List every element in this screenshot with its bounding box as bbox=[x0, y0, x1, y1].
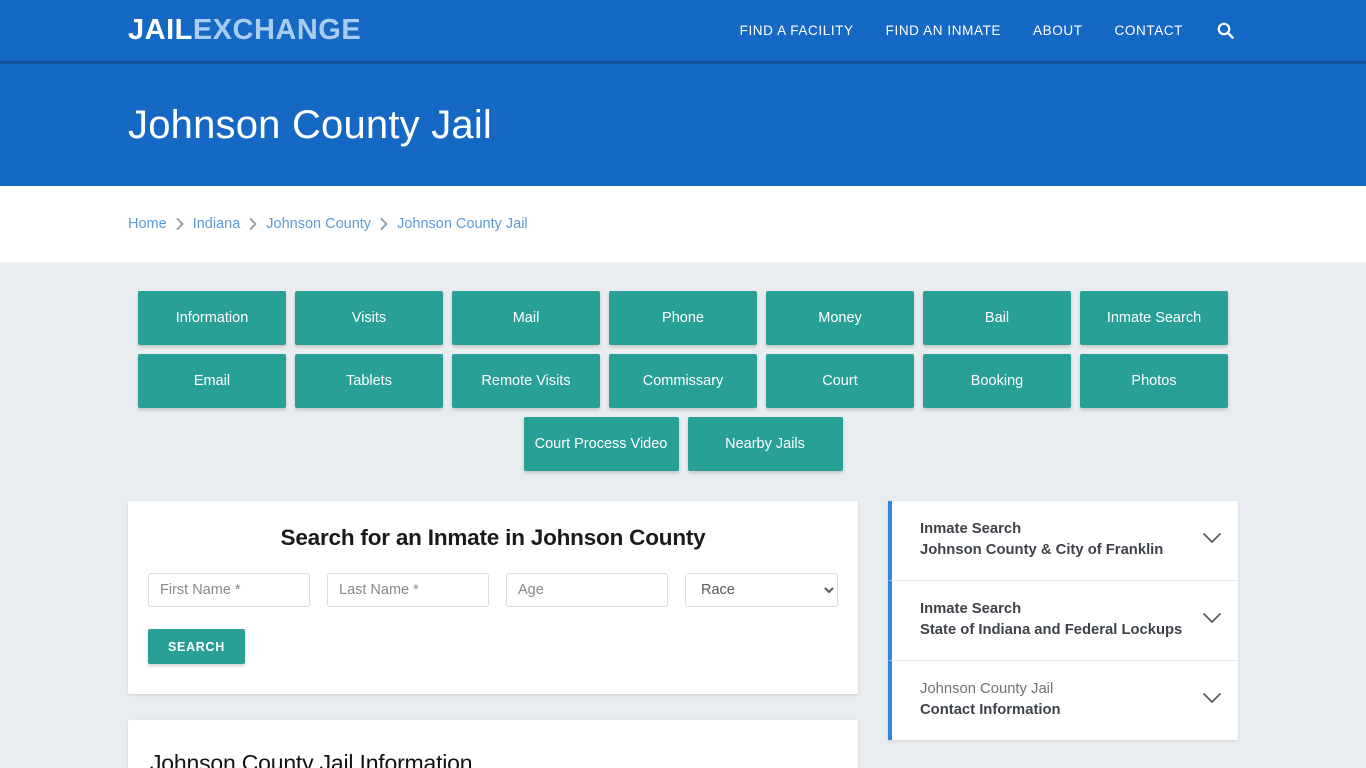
logo-text-primary: JAIL bbox=[128, 14, 193, 46]
sidebar-column: Inmate Search Johnson County & City of F… bbox=[888, 501, 1238, 740]
accordion-item-text: Inmate Search State of Indiana and Feder… bbox=[920, 599, 1182, 642]
logo-text-secondary: EXCHANGE bbox=[192, 14, 362, 46]
section-button-booking[interactable]: Booking bbox=[923, 354, 1071, 408]
accordion-item-inmate-search-state[interactable]: Inmate Search State of Indiana and Feder… bbox=[888, 580, 1238, 661]
inmate-search-card: Search for an Inmate in Johnson County R… bbox=[128, 501, 858, 694]
search-button[interactable]: SEARCH bbox=[148, 629, 245, 664]
content-columns: Search for an Inmate in Johnson County R… bbox=[128, 501, 1238, 768]
accordion-item-subtitle: Johnson County & City of Franklin bbox=[920, 542, 1164, 559]
section-button-court-process-video[interactable]: Court Process Video bbox=[523, 417, 679, 471]
jail-information-card: Johnson County Jail Information bbox=[128, 720, 858, 768]
site-header: JAILEXCHANGE FIND A FACILITY FIND AN INM… bbox=[0, 0, 1366, 64]
accordion-item-text: Johnson County Jail Contact Information bbox=[920, 679, 1061, 722]
main-navigation: FIND A FACILITY FIND AN INMATE ABOUT CON… bbox=[724, 22, 1248, 39]
first-name-input[interactable] bbox=[148, 573, 310, 607]
section-button-row-2: Email Tablets Remote Visits Commissary C… bbox=[133, 354, 1233, 408]
accordion-item-subtitle: Contact Information bbox=[920, 702, 1061, 719]
accordion-item-title: Johnson County Jail bbox=[920, 680, 1054, 697]
section-button-bail[interactable]: Bail bbox=[923, 291, 1071, 345]
section-button-visits[interactable]: Visits bbox=[295, 291, 443, 345]
breadcrumb: Home Indiana Johnson County Johnson Coun… bbox=[128, 216, 528, 232]
section-button-row-1: Information Visits Mail Phone Money Bail… bbox=[133, 291, 1233, 345]
section-button-nearby-jails[interactable]: Nearby Jails bbox=[687, 417, 843, 471]
nav-item-about[interactable]: ABOUT bbox=[1017, 23, 1099, 38]
race-select[interactable]: Race bbox=[685, 573, 838, 607]
accordion-item-inmate-search-county[interactable]: Inmate Search Johnson County & City of F… bbox=[888, 501, 1238, 581]
section-button-information[interactable]: Information bbox=[138, 291, 286, 345]
section-button-inmate-search[interactable]: Inmate Search bbox=[1080, 291, 1228, 345]
breadcrumb-item-current: Johnson County Jail bbox=[397, 216, 528, 232]
breadcrumb-item-johnson-county[interactable]: Johnson County bbox=[266, 216, 371, 232]
primary-column: Search for an Inmate in Johnson County R… bbox=[128, 501, 858, 768]
last-name-input[interactable] bbox=[327, 573, 489, 607]
section-button-phone[interactable]: Phone bbox=[609, 291, 757, 345]
breadcrumb-item-home[interactable]: Home bbox=[128, 216, 167, 232]
search-icon[interactable] bbox=[1199, 22, 1248, 39]
section-button-money[interactable]: Money bbox=[766, 291, 914, 345]
chevron-right-icon bbox=[176, 218, 184, 230]
nav-item-contact[interactable]: CONTACT bbox=[1099, 23, 1199, 38]
page-title: Johnson County Jail bbox=[128, 103, 493, 147]
hero-banner: Johnson County Jail bbox=[0, 64, 1366, 186]
nav-item-find-a-facility[interactable]: FIND A FACILITY bbox=[724, 23, 870, 38]
inmate-search-heading: Search for an Inmate in Johnson County bbox=[280, 525, 706, 550]
main-content: Information Visits Mail Phone Money Bail… bbox=[0, 262, 1366, 768]
accordion-item-title: Inmate Search bbox=[920, 600, 1022, 617]
section-button-mail[interactable]: Mail bbox=[452, 291, 600, 345]
section-button-grid: Information Visits Mail Phone Money Bail… bbox=[128, 291, 1238, 471]
section-button-photos[interactable]: Photos bbox=[1080, 354, 1228, 408]
section-button-remote-visits[interactable]: Remote Visits bbox=[452, 354, 600, 408]
section-button-email[interactable]: Email bbox=[138, 354, 286, 408]
section-button-commissary[interactable]: Commissary bbox=[609, 354, 757, 408]
section-button-tablets[interactable]: Tablets bbox=[295, 354, 443, 408]
accordion-item-contact-information[interactable]: Johnson County Jail Contact Information bbox=[888, 660, 1238, 740]
breadcrumb-band: Home Indiana Johnson County Johnson Coun… bbox=[0, 186, 1366, 262]
chevron-down-icon bbox=[1202, 531, 1222, 549]
section-button-court[interactable]: Court bbox=[766, 354, 914, 408]
chevron-right-icon bbox=[380, 218, 388, 230]
age-input[interactable] bbox=[506, 573, 668, 607]
chevron-down-icon bbox=[1202, 691, 1222, 709]
site-logo[interactable]: JAILEXCHANGE bbox=[128, 16, 361, 45]
accordion-item-text: Inmate Search Johnson County & City of F… bbox=[920, 519, 1163, 562]
chevron-down-icon bbox=[1202, 611, 1222, 629]
nav-item-find-an-inmate[interactable]: FIND AN INMATE bbox=[870, 23, 1017, 38]
accordion-item-subtitle: State of Indiana and Federal Lockups bbox=[920, 622, 1183, 639]
inmate-search-fields: Race bbox=[148, 573, 838, 607]
sidebar-accordion: Inmate Search Johnson County & City of F… bbox=[888, 501, 1238, 740]
chevron-right-icon bbox=[249, 218, 257, 230]
section-button-row-3: Court Process Video Nearby Jails bbox=[128, 417, 1238, 471]
accordion-item-title: Inmate Search bbox=[920, 521, 1022, 537]
jail-information-heading: Johnson County Jail Information bbox=[150, 750, 473, 768]
breadcrumb-item-indiana[interactable]: Indiana bbox=[193, 216, 241, 232]
